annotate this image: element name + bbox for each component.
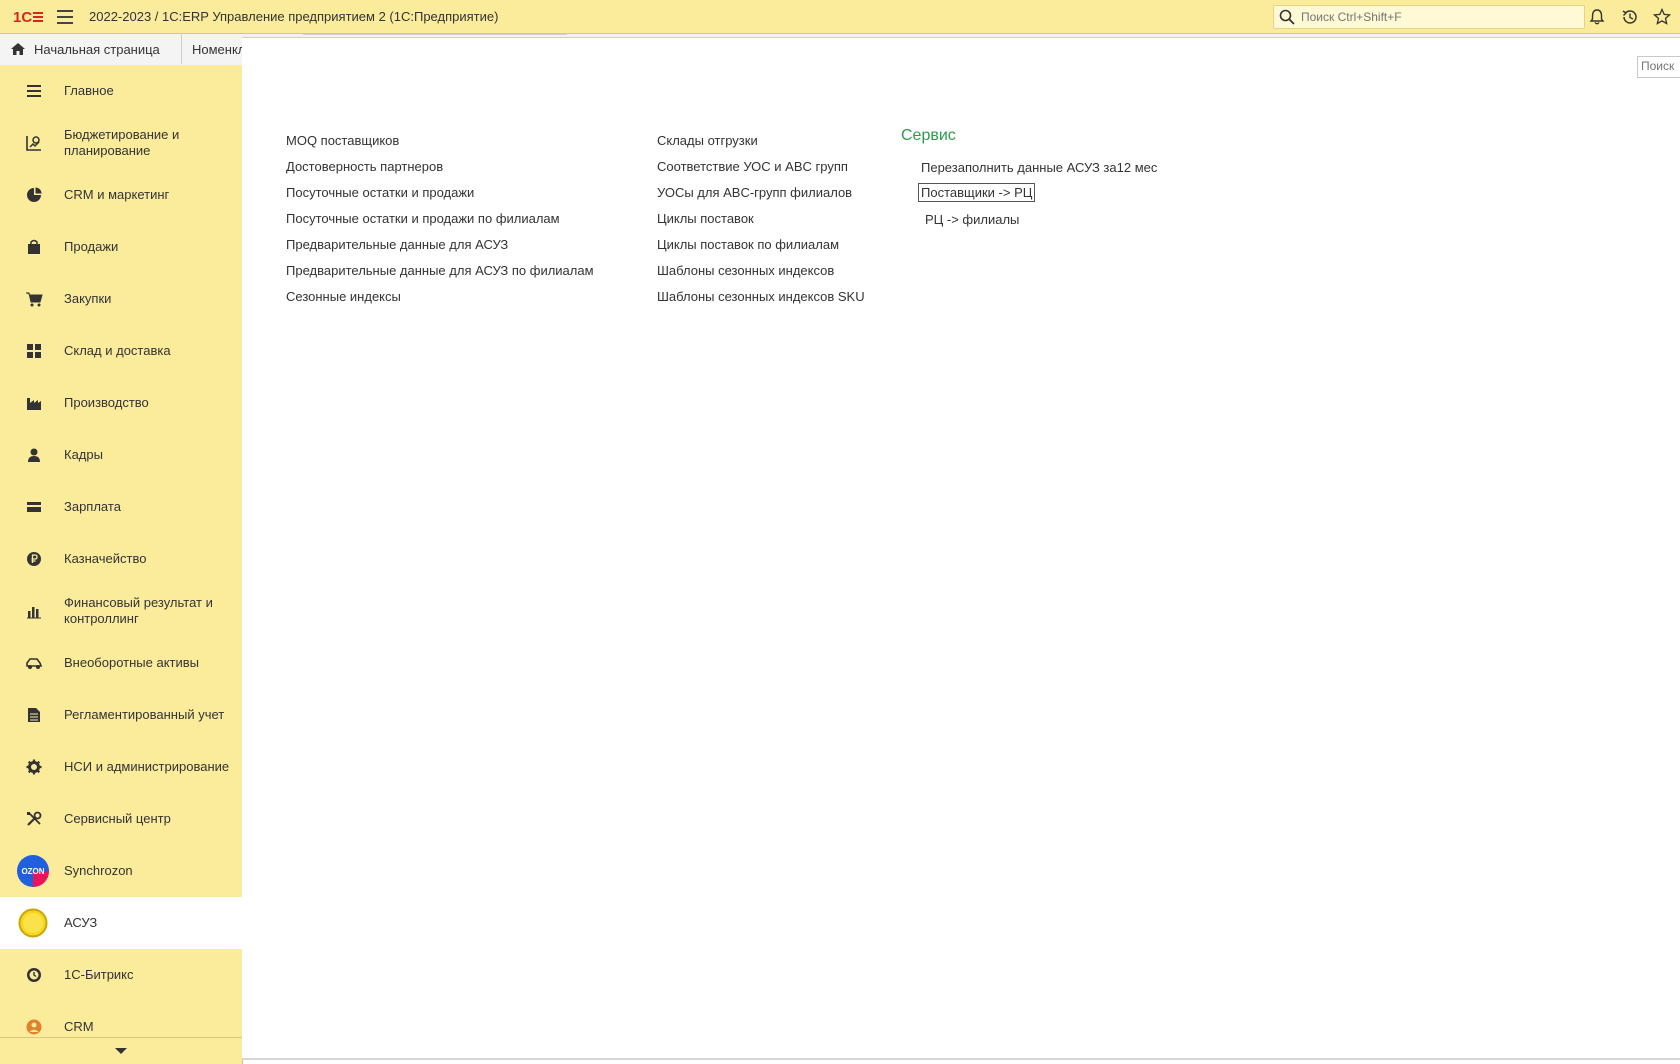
section-search-input[interactable] xyxy=(1638,57,1680,75)
pie-chart-icon xyxy=(24,185,44,205)
user-circle-icon xyxy=(24,1017,44,1037)
wallet-icon xyxy=(24,497,44,517)
sidebar-item-label: АСУЗ xyxy=(64,915,98,930)
star-icon[interactable] xyxy=(1653,8,1671,26)
link-refill-asuz-data[interactable]: Перезаполнить данные АСУЗ за12 мес xyxy=(921,160,1157,175)
factory-icon xyxy=(24,393,44,413)
svg-text:OZON: OZON xyxy=(21,867,44,876)
global-search-input[interactable] xyxy=(1299,9,1573,25)
sidebar-scroll-down[interactable] xyxy=(0,1037,242,1064)
sidebar-item-hr[interactable]: Кадры xyxy=(0,429,242,481)
ozon-icon: OZON xyxy=(17,855,49,887)
section-title-service: Сервис xyxy=(901,127,956,144)
section-search[interactable] xyxy=(1637,56,1680,78)
link-preliminary-data-branches[interactable]: Предварительные данные для АСУЗ по филиа… xyxy=(286,263,594,278)
link-dc-to-branches[interactable]: РЦ -> филиалы xyxy=(925,212,1019,227)
link-suppliers-to-dc[interactable]: Поставщики -> РЦ xyxy=(918,183,1036,202)
link-daily-stock-sales-branches[interactable]: Посуточные остатки и продажи по филиалам xyxy=(286,211,560,226)
warehouse-icon xyxy=(24,341,44,361)
sidebar-item-service-center[interactable]: Сервисный центр xyxy=(0,793,242,845)
person-icon xyxy=(24,445,44,465)
bag-icon xyxy=(24,237,44,257)
tab-nomenclature-label: Номенклатура xyxy=(192,41,242,57)
sidebar-item-label: Казначейство xyxy=(64,551,147,566)
link-shipping-warehouses[interactable]: Склады отгрузки xyxy=(657,133,758,148)
link-preliminary-data[interactable]: Предварительные данные для АСУЗ xyxy=(286,237,508,252)
home-icon xyxy=(11,43,25,55)
global-search[interactable] xyxy=(1273,5,1585,29)
link-seasonal-templates-sku[interactable]: Шаблоны сезонных индексов SKU xyxy=(657,289,865,304)
title-bar: 1С 2022-2023 / 1С:ERP Управление предпри… xyxy=(0,0,1680,34)
sidebar-item-label: Финансовый результат и контроллинг xyxy=(64,595,213,626)
bell-icon[interactable] xyxy=(1588,8,1606,26)
sidebar-item-label: 1С-Битрикс xyxy=(64,967,134,982)
main-content: MOQ поставщиков Достоверность партнеров … xyxy=(242,37,1680,1060)
sidebar-item-label: Зарплата xyxy=(64,499,121,514)
sidebar-item-crm-marketing[interactable]: CRM и маркетинг xyxy=(0,169,242,221)
bar-chart-icon xyxy=(24,601,44,621)
yellow-circle-icon xyxy=(18,908,48,938)
gear-icon xyxy=(24,757,44,777)
car-icon xyxy=(24,653,44,673)
sidebar-item-label: Сервисный центр xyxy=(64,811,171,826)
sidebar-item-treasury[interactable]: Казначейство xyxy=(0,533,242,585)
sidebar-item-label: Внеоборотные активы xyxy=(64,655,200,670)
sidebar-item-label: Главное xyxy=(64,83,114,98)
link-seasonal-templates[interactable]: Шаблоны сезонных индексов xyxy=(657,263,834,278)
link-moq-suppliers[interactable]: MOQ поставщиков xyxy=(286,133,399,148)
search-icon xyxy=(1279,9,1295,25)
hamburger-menu-icon[interactable] xyxy=(57,9,73,24)
sidebar-item-label: Производство xyxy=(64,395,149,410)
app-title: 2022-2023 / 1С:ERP Управление предприяти… xyxy=(89,9,499,24)
link-partner-reliability[interactable]: Достоверность партнеров xyxy=(286,159,443,174)
sidebar-item-label: Бюджетирование и планирование xyxy=(64,127,180,158)
sidebar-item-label: CRM и маркетинг xyxy=(64,187,170,202)
tab-home[interactable]: Начальная страница xyxy=(0,34,182,64)
sidebar-item-bitrix[interactable]: 1С-Битрикс xyxy=(0,949,242,1001)
sidebar-item-production[interactable]: Производство xyxy=(0,377,242,429)
tools-icon xyxy=(24,809,44,829)
sidebar-item-asuz[interactable]: АСУЗ xyxy=(0,897,242,949)
1c-logo[interactable]: 1С xyxy=(13,8,45,26)
sidebar-item-purchases[interactable]: Закупки xyxy=(0,273,242,325)
sidebar-item-salary[interactable]: Зарплата xyxy=(0,481,242,533)
ruble-coin-icon xyxy=(24,549,44,569)
cart-icon xyxy=(24,289,44,309)
history-icon[interactable] xyxy=(1621,8,1639,26)
sidebar-item-budgeting[interactable]: Бюджетирование и планирование xyxy=(0,117,242,169)
sidebar: Главное Бюджетирование и планирование CR… xyxy=(0,65,243,1064)
link-uos-abc-match[interactable]: Соответствие УОС и ABC групп xyxy=(657,159,848,174)
bitrix-icon xyxy=(24,965,44,985)
sidebar-item-sales[interactable]: Продажи xyxy=(0,221,242,273)
sidebar-item-regulated-accounting[interactable]: Регламентированный учет xyxy=(0,689,242,741)
bottom-border xyxy=(242,1058,1680,1060)
sidebar-item-finance[interactable]: Финансовый результат и контроллинг xyxy=(0,585,242,637)
sidebar-item-label: CRM xyxy=(64,1019,94,1034)
sidebar-item-warehouse[interactable]: Склад и доставка xyxy=(0,325,242,377)
sidebar-item-label: Synchrozon xyxy=(64,863,133,878)
link-uos-abc-branches[interactable]: УОСы для ABC-групп филиалов xyxy=(657,185,852,200)
link-seasonal-indices[interactable]: Сезонные индексы xyxy=(286,289,401,304)
sidebar-item-fixed-assets[interactable]: Внеоборотные активы xyxy=(0,637,242,689)
link-daily-stock-sales[interactable]: Посуточные остатки и продажи xyxy=(286,185,474,200)
sidebar-item-label: Склад и доставка xyxy=(64,343,171,358)
sidebar-item-synchrozon[interactable]: OZON Synchrozon xyxy=(0,845,242,897)
svg-text:1С: 1С xyxy=(13,9,32,25)
link-supply-cycles-branches[interactable]: Циклы поставок по филиалам xyxy=(657,237,839,252)
document-icon xyxy=(24,705,44,725)
sidebar-item-label: Кадры xyxy=(64,447,103,462)
budget-icon xyxy=(24,133,44,153)
sidebar-item-label: Регламентированный учет xyxy=(64,707,225,722)
sidebar-item-nsi-admin[interactable]: НСИ и администрирование xyxy=(0,741,242,793)
sidebar-item-main[interactable]: Главное xyxy=(0,65,242,117)
tab-nomenclature[interactable]: Номенклатура xyxy=(182,34,242,64)
sidebar-item-label: Закупки xyxy=(64,291,112,306)
list-icon xyxy=(24,81,44,101)
sidebar-item-label: НСИ и администрирование xyxy=(64,759,230,774)
chevron-down-icon xyxy=(115,1048,127,1054)
tab-divider xyxy=(303,34,567,35)
tab-home-label: Начальная страница xyxy=(34,41,160,57)
sidebar-item-label: Продажи xyxy=(64,239,119,254)
link-supply-cycles[interactable]: Циклы поставок xyxy=(657,211,754,226)
